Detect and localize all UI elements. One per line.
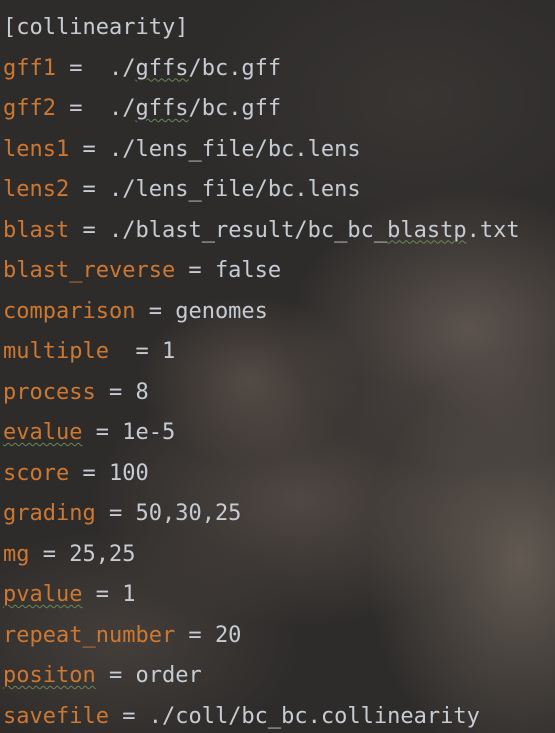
config-value: ./blast_result/bc_bc_ [108,217,388,243]
config-value: ./coll/bc_bc.collinearity [148,703,480,729]
config-line-positon[interactable]: positon = order [3,656,520,697]
config-line-score[interactable]: score = 100 [3,454,520,495]
config-key: score [3,460,70,486]
config-key: positon [3,663,96,688]
config-value: ./ [108,55,136,81]
config-key: grading [3,501,96,526]
config-value: genomes [175,298,268,324]
config-line-mg[interactable]: mg = 25,25 [3,535,520,576]
config-line-comparison[interactable]: comparison = genomes [3,292,520,333]
config-value-typo: gffs [135,55,189,81]
config-key: blast [3,217,70,243]
config-lines: [collinearity] gff1 = ./gffs/bc.gff gff2… [3,8,520,733]
config-line-gff1[interactable]: gff1 = ./gffs/bc.gff [3,49,520,90]
config-equals: = [108,339,162,364]
config-key: mg [3,541,30,567]
config-equals: = [95,379,136,405]
config-line-blast[interactable]: blast = ./blast_result/bc_bc_blastp.txt [3,211,520,252]
config-value: .txt [466,217,520,243]
config-line-repeat-number[interactable]: repeat_number = 20 [3,616,520,657]
config-line-pvalue[interactable]: pvalue = 1 [3,575,520,616]
config-key: gff2 [3,96,56,121]
config-key: evalue [3,420,83,445]
config-equals: = [69,460,109,486]
config-line-multiple[interactable]: multiple = 1 [3,332,520,373]
config-key: gff1 [3,55,56,81]
config-value: /bc.gff [188,55,282,81]
config-key: lens1 [3,136,70,162]
config-equals: = [108,703,149,729]
config-equals: = [175,622,215,648]
config-value: 50,30,25 [135,501,242,526]
config-line-grading[interactable]: grading = 50,30,25 [3,494,520,535]
config-value: 1 [122,582,136,607]
config-key: multiple [3,339,109,364]
config-line-lens2[interactable]: lens2 = ./lens_file/bc.lens [3,170,520,211]
config-line-blast-reverse[interactable]: blast_reverse = false [3,251,520,292]
config-value-typo: blastp [387,217,467,243]
config-value: 1 [161,339,176,364]
config-value: 20 [214,622,242,648]
config-value: ./lens_file/bc.lens [108,177,361,202]
config-equals: = [175,258,215,283]
config-value: 100 [108,460,149,486]
config-key: pvalue [3,582,83,607]
config-value: 8 [135,379,149,405]
config-equals: = [82,582,123,607]
config-key: process [3,379,96,405]
config-key: blast_reverse [3,258,176,283]
config-equals: = [55,55,109,81]
config-equals: = [55,96,109,121]
config-line-savefile[interactable]: savefile = ./coll/bc_bc.collinearity [3,697,520,733]
config-line-evalue[interactable]: evalue = 1e-5 [3,413,520,454]
config-line-gff2[interactable]: gff2 = ./gffs/bc.gff [3,89,520,130]
config-equals: = [29,541,70,567]
code-editor[interactable]: [collinearity] gff1 = ./gffs/bc.gff gff2… [0,0,555,733]
config-key: savefile [3,703,109,729]
config-value: /bc.gff [188,96,282,121]
config-key: comparison [3,298,136,324]
config-equals: = [135,298,176,324]
config-value-typo: gffs [135,96,189,121]
config-equals: = [95,663,136,688]
config-value: order [135,663,202,688]
config-equals: = [69,217,109,243]
config-line-lens1[interactable]: lens1 = ./lens_file/bc.lens [3,130,520,171]
config-key: lens2 [3,177,70,202]
config-value: 25,25 [69,541,136,567]
config-equals: = [82,420,123,445]
config-equals: = [69,177,109,202]
config-value: ./ [108,96,136,121]
config-line-process[interactable]: process = 8 [3,373,520,414]
config-value: ./lens_file/bc.lens [108,136,361,162]
config-value: false [214,258,282,283]
config-equals: = [95,501,136,526]
config-key: repeat_number [3,622,176,648]
config-equals: = [69,136,109,162]
config-value: 1e-5 [122,420,176,445]
section-header[interactable]: [collinearity] [3,8,520,49]
